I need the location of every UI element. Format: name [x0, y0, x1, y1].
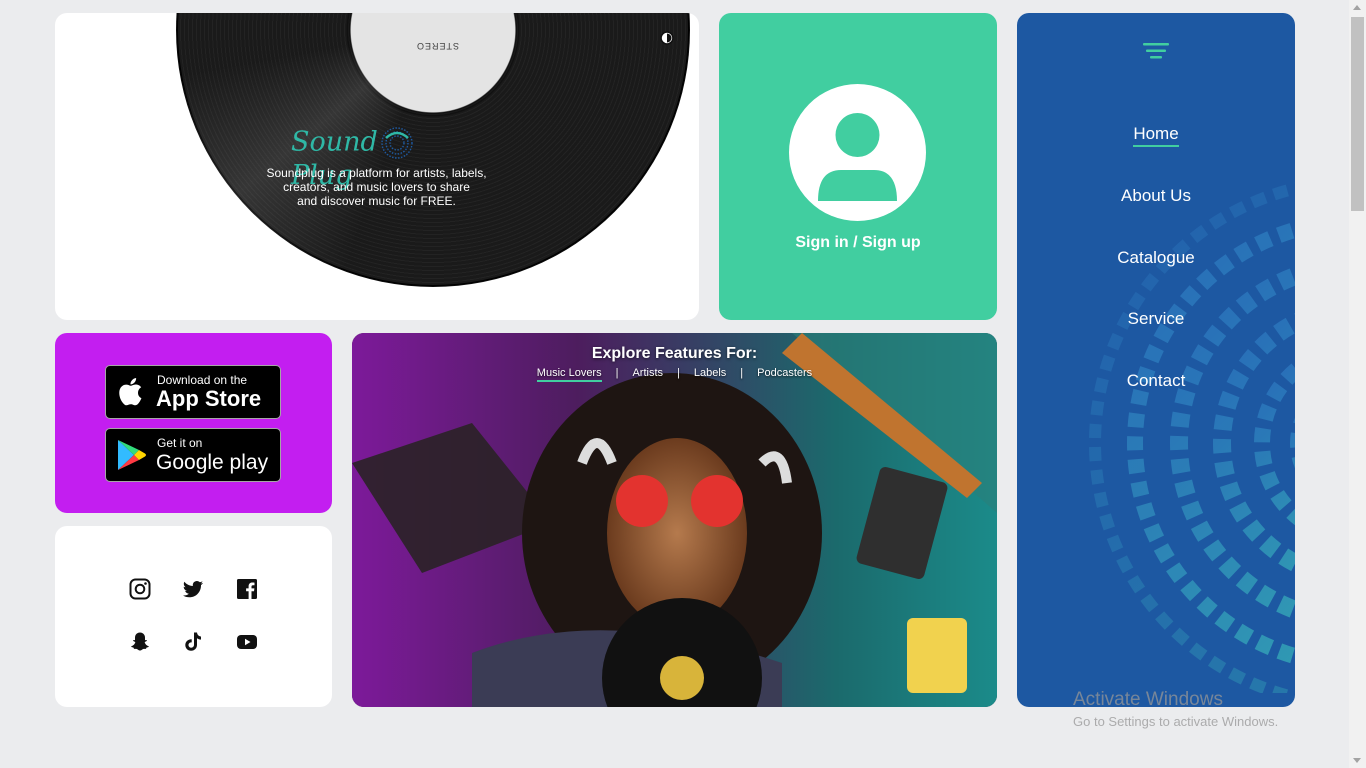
features-title: Explore Features For:: [591, 345, 758, 362]
tab-music-lovers[interactable]: Music Lovers: [536, 367, 602, 382]
watermark-subtitle: Go to Settings to activate Windows.: [1073, 714, 1279, 729]
facebook-icon[interactable]: [235, 577, 259, 601]
hero-card: STEREO Sound Plug Soundplug is a platfor…: [55, 13, 699, 320]
page-scrollbar[interactable]: [1349, 0, 1366, 768]
tab-podcasters[interactable]: Podcasters: [757, 367, 812, 380]
scroll-thumb[interactable]: [1351, 17, 1364, 211]
tab-artists[interactable]: Artists: [632, 367, 663, 380]
app-store-button[interactable]: Download on the App Store: [105, 365, 281, 419]
nav-item-about-us[interactable]: About Us: [1017, 186, 1295, 206]
instagram-icon[interactable]: [128, 577, 152, 601]
nav-item-service[interactable]: Service: [1017, 309, 1295, 329]
tiktok-icon[interactable]: [181, 630, 205, 654]
soundplug-logo[interactable]: Sound Plug: [291, 126, 461, 191]
tab-separator: |: [740, 367, 744, 379]
google-play-icon: [118, 440, 146, 470]
google-play-small-text: Get it on: [157, 436, 203, 450]
tagline: Soundplug is a platform for artists, lab…: [266, 166, 487, 208]
tab-separator: |: [677, 367, 680, 379]
scroll-down-arrow-icon[interactable]: [1353, 758, 1361, 763]
google-play-button[interactable]: Get it on Google play: [105, 428, 281, 482]
nav-item-home[interactable]: Home: [1017, 124, 1295, 147]
contrast-icon[interactable]: [660, 31, 674, 45]
scroll-up-arrow-icon[interactable]: [1353, 5, 1361, 10]
watermark-title: Activate Windows: [1073, 689, 1223, 710]
user-avatar-icon: [789, 84, 926, 221]
signin-card[interactable]: Sign in / Sign up: [719, 13, 997, 320]
hamburger-menu-icon[interactable]: [1143, 41, 1169, 61]
logo-text-left: Sound: [291, 126, 378, 158]
music-lover-photo: [352, 333, 997, 707]
tab-labels[interactable]: Labels: [694, 367, 726, 380]
app-store-small-text: Download on the: [157, 373, 248, 387]
activate-windows-watermark: Activate Windows Go to Settings to activ…: [1073, 689, 1278, 729]
tab-separator: |: [615, 367, 619, 379]
app-store-big-text: App Store: [156, 386, 262, 411]
apple-icon: [119, 378, 142, 406]
feature-tabs: Music Lovers | Artists | Labels | Podcasters: [352, 367, 997, 382]
social-links-card: [55, 526, 332, 707]
app-download-card: Download on the App Store Get it on Goog…: [55, 333, 332, 513]
twitter-icon[interactable]: [181, 577, 205, 601]
signin-label[interactable]: Sign in / Sign up: [719, 234, 997, 252]
record-label-text: STEREO: [416, 41, 460, 51]
logo-swirl-icon: [381, 127, 413, 159]
nav-item-catalogue[interactable]: Catalogue: [1017, 248, 1295, 268]
nav-panel: Home About Us Catalogue Service Contact: [1017, 13, 1295, 707]
features-card[interactable]: Explore Features For: Music Lovers | Artis…: [352, 333, 997, 707]
youtube-icon[interactable]: [235, 630, 259, 654]
nav-item-contact[interactable]: Contact: [1017, 371, 1295, 391]
google-play-big-text: Google play: [156, 451, 269, 474]
snapchat-icon[interactable]: [128, 630, 152, 654]
